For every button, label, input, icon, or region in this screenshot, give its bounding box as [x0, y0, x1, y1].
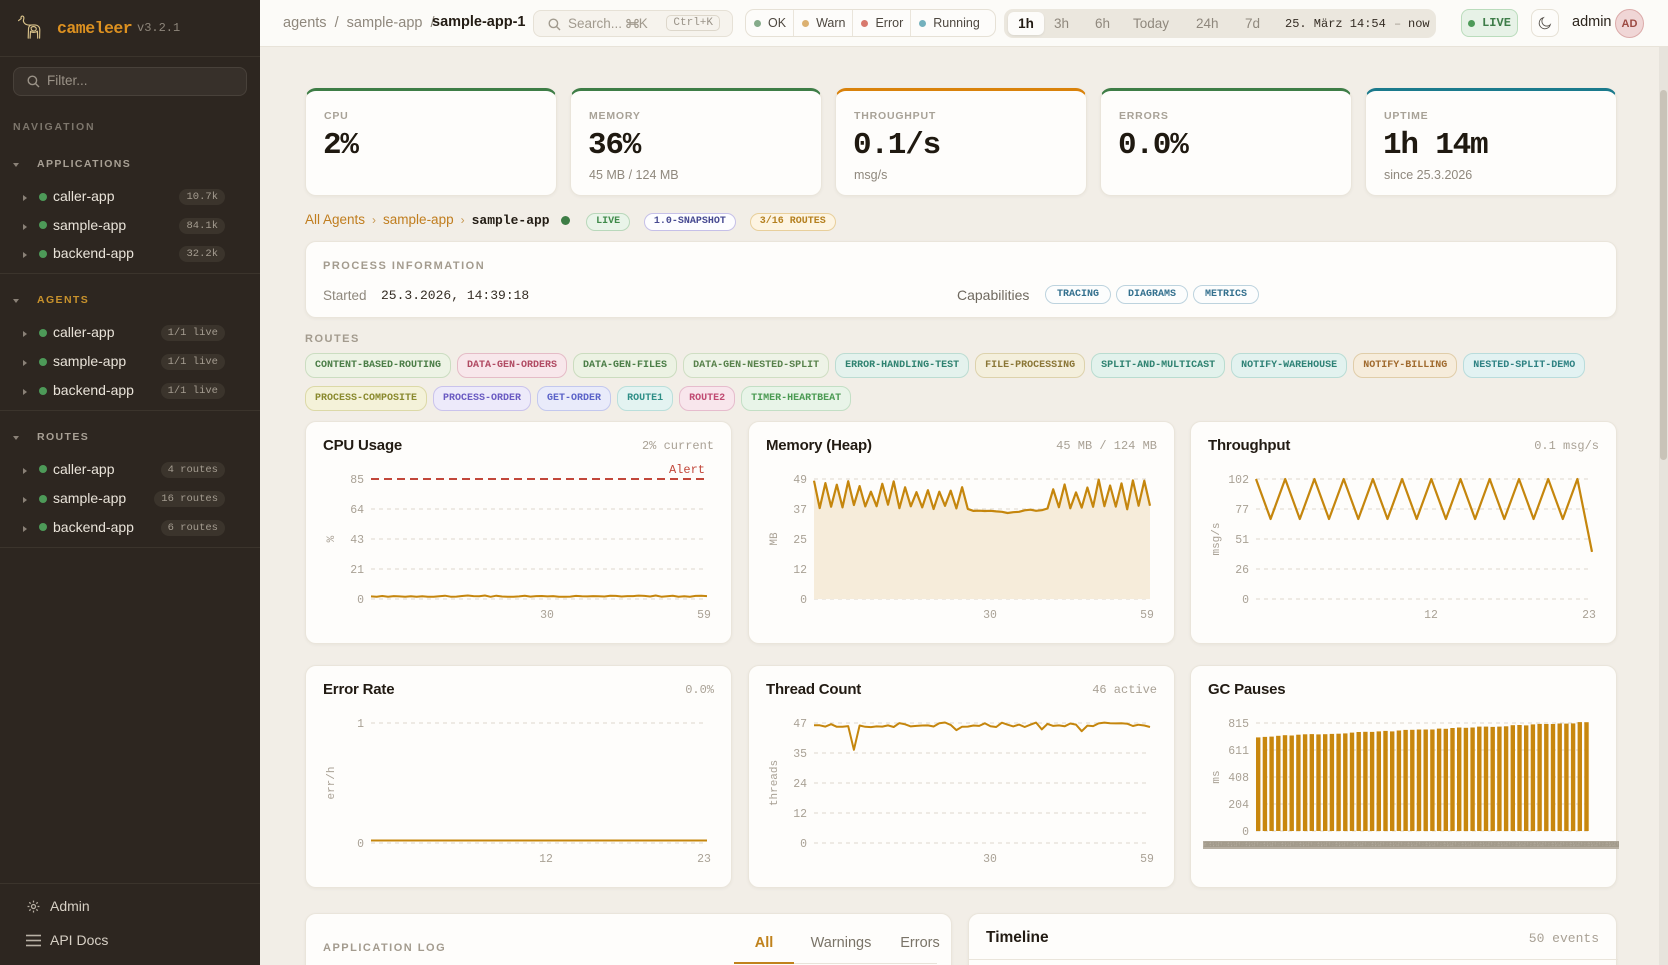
svg-text:err/h: err/h	[326, 766, 338, 799]
svg-text:59: 59	[1140, 609, 1154, 622]
svg-text:64: 64	[350, 504, 364, 517]
svg-text:0: 0	[800, 594, 807, 607]
svg-text:12: 12	[793, 564, 807, 577]
svg-text:85: 85	[350, 474, 364, 487]
svg-text:30: 30	[983, 609, 997, 622]
svg-text:0: 0	[357, 594, 364, 607]
svg-text:0: 0	[800, 838, 807, 851]
svg-text:0: 0	[1242, 826, 1249, 839]
svg-text:25: 25	[793, 534, 807, 547]
svg-text:43: 43	[350, 534, 364, 547]
svg-text:37: 37	[793, 504, 807, 517]
svg-text:12: 12	[1424, 609, 1438, 622]
svg-text:1: 1	[357, 718, 364, 731]
svg-text:0: 0	[1242, 594, 1249, 607]
svg-text:ms: ms	[1211, 770, 1223, 783]
svg-text:12: 12	[793, 808, 807, 821]
svg-text:0: 0	[357, 838, 364, 851]
svg-text:26: 26	[1235, 564, 1249, 577]
svg-text:30: 30	[540, 609, 554, 622]
svg-text:59: 59	[697, 609, 711, 622]
svg-text:%: %	[326, 535, 338, 542]
svg-text:611: 611	[1228, 745, 1249, 758]
svg-text:23: 23	[697, 853, 711, 866]
svg-text:77: 77	[1235, 504, 1249, 517]
svg-text:24: 24	[793, 778, 807, 791]
svg-text:408: 408	[1228, 772, 1249, 785]
svg-text:30: 30	[983, 853, 997, 866]
svg-text:47: 47	[793, 718, 807, 731]
svg-text:35: 35	[793, 748, 807, 761]
svg-text:threads: threads	[769, 760, 781, 806]
svg-text:815: 815	[1228, 718, 1249, 731]
svg-text:msg/s: msg/s	[1211, 522, 1223, 555]
svg-text:21: 21	[350, 564, 364, 577]
svg-text:204: 204	[1228, 799, 1249, 812]
svg-text:Alert: Alert	[669, 463, 705, 477]
svg-text:MB: MB	[769, 532, 781, 546]
svg-text:49: 49	[793, 474, 807, 487]
svg-text:51: 51	[1235, 534, 1249, 547]
svg-text:23: 23	[1582, 609, 1596, 622]
svg-text:102: 102	[1228, 474, 1249, 487]
svg-text:12: 12	[539, 853, 553, 866]
svg-text:59: 59	[1140, 853, 1154, 866]
